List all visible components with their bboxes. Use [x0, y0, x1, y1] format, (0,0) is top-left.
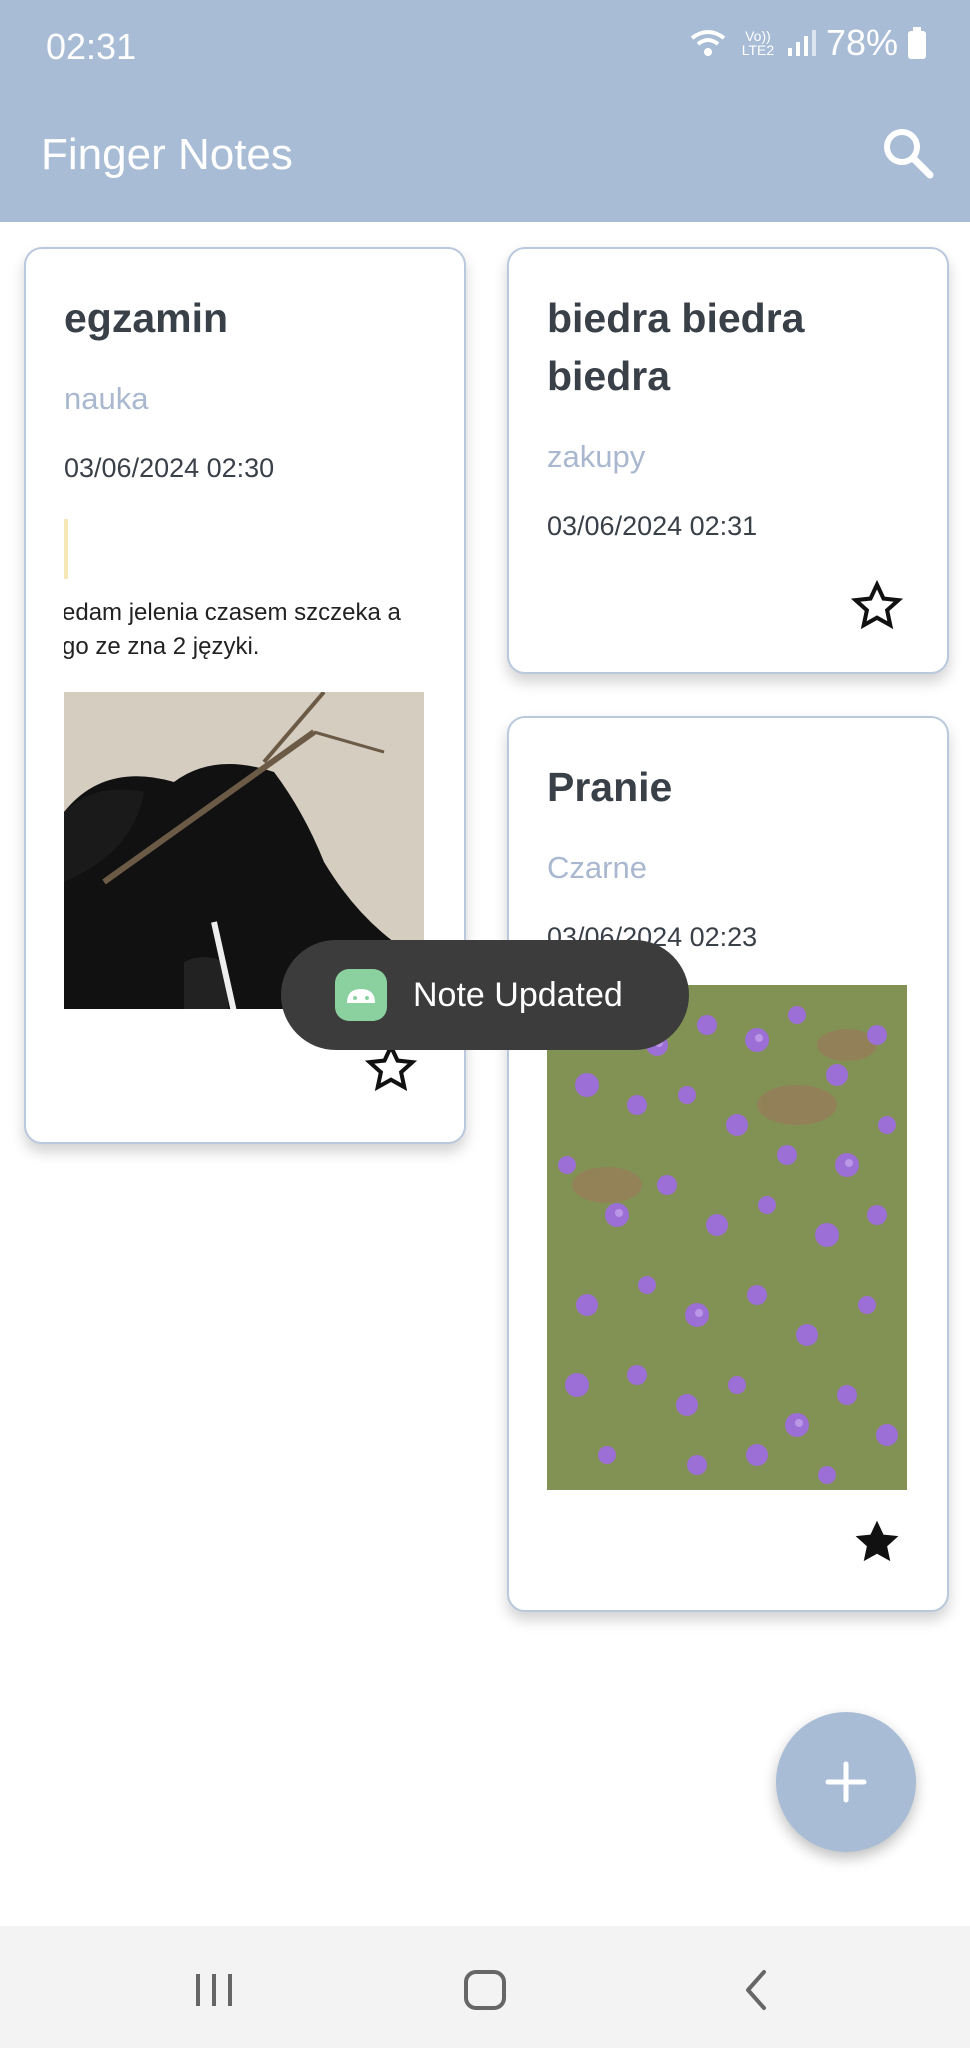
note-card-pranie[interactable]: Pranie Czarne 03/06/2024 02:23 [507, 716, 949, 1612]
note-title: Pranie [547, 764, 673, 810]
favorite-star-filled-icon[interactable] [850, 1515, 904, 1569]
note-category: zakupy [547, 439, 646, 474]
search-icon [884, 129, 934, 179]
app-bar: 02:31 Vo)) LTE2 78% Finger Notes [0, 0, 970, 222]
system-nav-bar [0, 1926, 970, 2048]
home-icon[interactable] [462, 1968, 508, 2012]
note-title-line2: biedra [547, 353, 671, 399]
toast-note-updated: Note Updated [281, 940, 689, 1050]
note-date: 03/06/2024 02:30 [64, 453, 275, 483]
favorite-star-outline-icon[interactable] [850, 579, 904, 633]
signal-icon [787, 30, 816, 56]
back-icon[interactable] [740, 1968, 772, 2012]
note-date: 03/06/2024 02:31 [547, 511, 758, 541]
search-button[interactable] [880, 125, 936, 181]
battery-icon [908, 27, 926, 59]
note-image-meme: edam jelenia czasem szczeka a go ze zna … [64, 519, 424, 1009]
status-time: 02:31 [46, 26, 137, 67]
note-category: nauka [64, 381, 149, 416]
wifi-icon [690, 30, 726, 56]
status-icons: Vo)) LTE2 78% [688, 22, 926, 64]
note-title: egzamin [64, 295, 229, 341]
crocus-flowers-photo [547, 985, 907, 1490]
battery-percent: 78% [825, 22, 898, 63]
plus-icon [825, 1761, 867, 1803]
meme-text-line2: go ze zna 2 języki. [64, 633, 260, 660]
note-title-line1: biedra biedra [547, 295, 805, 341]
toast-text: Note Updated [413, 975, 623, 1014]
network-label: Vo)) LTE2 [741, 28, 775, 58]
note-card-biedra[interactable]: biedra biedra biedra zakupy 03/06/2024 0… [507, 247, 949, 674]
note-category: Czarne [547, 850, 647, 885]
android-app-icon [335, 969, 387, 1021]
add-note-button[interactable] [776, 1712, 916, 1852]
meme-text-line1: edam jelenia czasem szczeka a [64, 599, 401, 626]
recent-apps-icon[interactable] [190, 1970, 238, 2010]
app-title: Finger Notes [41, 130, 293, 179]
